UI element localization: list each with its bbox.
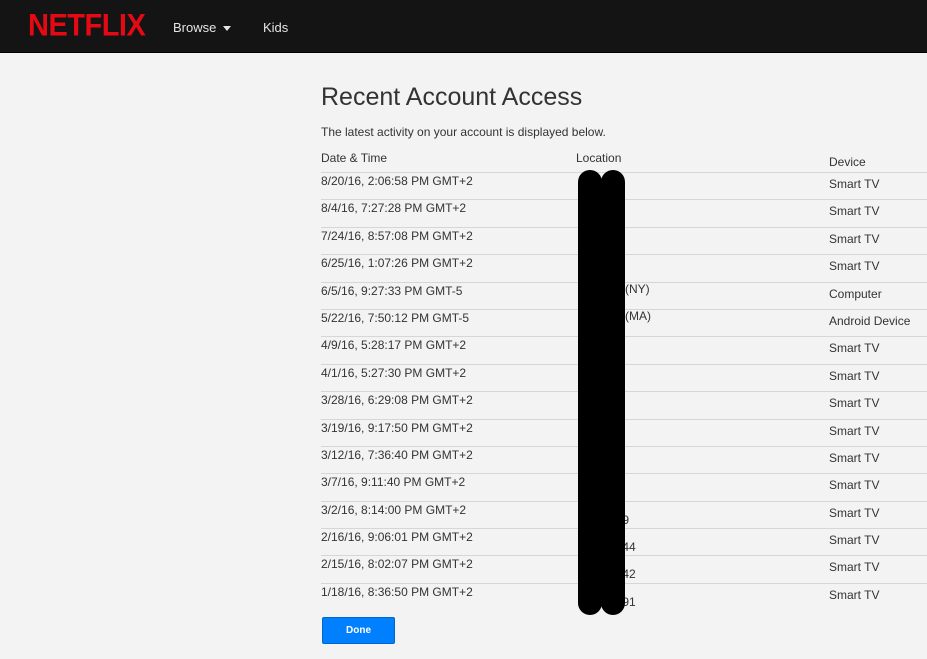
row-date: 4/1/16, 5:27:30 PM GMT+2 <box>321 365 467 380</box>
row-date: 7/24/16, 8:57:08 PM GMT+2 <box>321 228 473 243</box>
row-device: Smart TV <box>829 396 880 411</box>
netflix-logo[interactable]: NETFLIX <box>28 9 146 45</box>
row-device: Smart TV <box>829 259 880 274</box>
done-button[interactable]: Done <box>322 617 395 644</box>
column-header-location: Location <box>576 151 622 165</box>
kids-link[interactable]: Kids <box>263 20 288 35</box>
redaction-mark <box>601 170 625 615</box>
row-device: Smart TV <box>829 231 880 246</box>
row-date: 6/25/16, 1:07:26 PM GMT+2 <box>321 256 473 271</box>
row-date: 4/9/16, 5:28:17 PM GMT+2 <box>321 338 467 353</box>
page-title: Recent Account Access <box>321 83 583 111</box>
row-date: 3/28/16, 6:29:08 PM GMT+2 <box>321 393 473 408</box>
row-date: 8/20/16, 2:06:58 PM GMT+2 <box>321 174 473 188</box>
browse-menu[interactable]: Browse <box>173 20 232 35</box>
row-device: Smart TV <box>829 423 880 438</box>
row-device: Smart TV <box>829 533 880 548</box>
row-date: 3/2/16, 8:14:00 PM GMT+2 <box>321 502 467 517</box>
page-subtitle: The latest activity on your account is d… <box>321 125 606 139</box>
redaction-mark <box>578 170 602 615</box>
row-device: Smart TV <box>829 587 880 602</box>
row-date: 5/22/16, 7:50:12 PM GMT-5 <box>321 310 470 325</box>
row-device: Smart TV <box>829 177 880 191</box>
row-device: Android Device <box>829 313 911 328</box>
row-device: Smart TV <box>829 341 880 356</box>
row-device: Smart TV <box>829 368 880 383</box>
browse-label: Browse <box>173 20 217 35</box>
row-date: 3/7/16, 9:11:40 PM GMT+2 <box>321 475 466 490</box>
row-date: 3/12/16, 7:36:40 PM GMT+2 <box>321 447 473 462</box>
column-header-device: Device <box>829 155 866 169</box>
row-date: 1/18/16, 8:36:50 PM GMT+2 <box>321 584 473 599</box>
row-date: 3/19/16, 9:17:50 PM GMT+2 <box>321 420 473 435</box>
row-device: Computer <box>829 286 882 301</box>
row-date: 6/5/16, 9:27:33 PM GMT-5 <box>321 283 463 298</box>
row-device: Smart TV <box>829 478 880 493</box>
row-device: Smart TV <box>829 204 880 219</box>
row-device: Smart TV <box>829 505 880 520</box>
caret-down-icon <box>223 26 232 32</box>
row-date: 2/15/16, 8:02:07 PM GMT+2 <box>321 557 473 572</box>
row-device: Smart TV <box>829 450 880 465</box>
column-header-date: Date & Time <box>321 151 388 165</box>
row-date: 2/16/16, 9:06:01 PM GMT+2 <box>321 530 473 545</box>
row-date: 8/4/16, 7:27:28 PM GMT+2 <box>321 201 467 216</box>
row-device: Smart TV <box>829 560 880 575</box>
top-nav-bar: NETFLIX Browse Kids <box>0 0 927 53</box>
